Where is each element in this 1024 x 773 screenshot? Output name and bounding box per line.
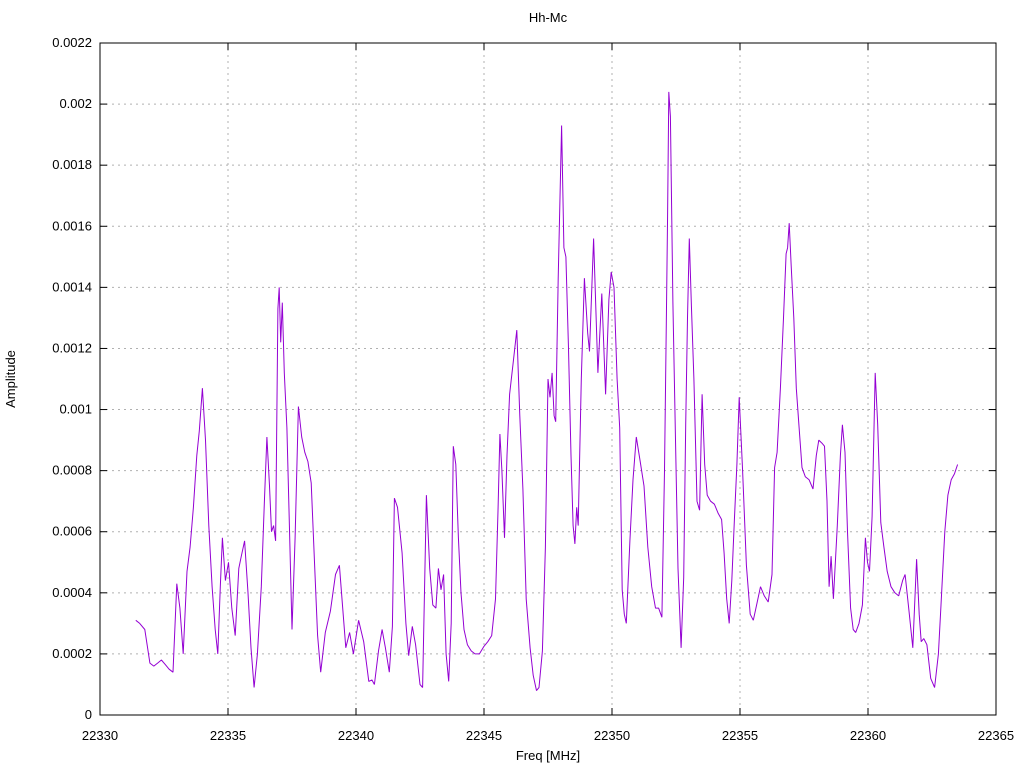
y-tick-label: 0.0006 [52,524,92,539]
chart-container: 22330 22335 22340 22345 22350 22355 22360 22365… [0,0,1024,768]
x-tick-label: 22340 [338,728,374,743]
axis-tick-labels: 22330 22335 22340 22345 22350 22355 22360 22365… [52,35,1014,743]
y-tick-label: 0.0008 [52,463,92,478]
x-tick-label: 22360 [850,728,886,743]
y-tick-label: 0.002 [59,96,92,111]
y-tick-label: 0.0012 [52,340,92,355]
x-tick-label: 22345 [466,728,502,743]
x-tick-label: 22355 [722,728,758,743]
x-tick-label: 22335 [210,728,246,743]
x-axis-label: Freq [MHz] [516,748,580,763]
y-tick-label: 0 [85,707,92,722]
y-tick-label: 0.0004 [52,585,92,600]
y-tick-label: 0.0016 [52,218,92,233]
x-tick-label: 22365 [978,728,1014,743]
y-tick-label: 0.0002 [52,646,92,661]
x-tick-label: 22330 [82,728,118,743]
y-tick-label: 0.0014 [52,279,92,294]
chart-title: Hh-Mc [529,10,568,25]
y-tick-label: 0.0018 [52,157,92,172]
y-tick-label: 0.001 [59,402,92,417]
x-tick-label: 22350 [594,728,630,743]
y-tick-label: 0.0022 [52,35,92,50]
y-axis-label: Amplitude [3,350,18,408]
line-chart: 22330 22335 22340 22345 22350 22355 22360 22365… [3,10,1014,763]
data-series-line [135,91,959,691]
